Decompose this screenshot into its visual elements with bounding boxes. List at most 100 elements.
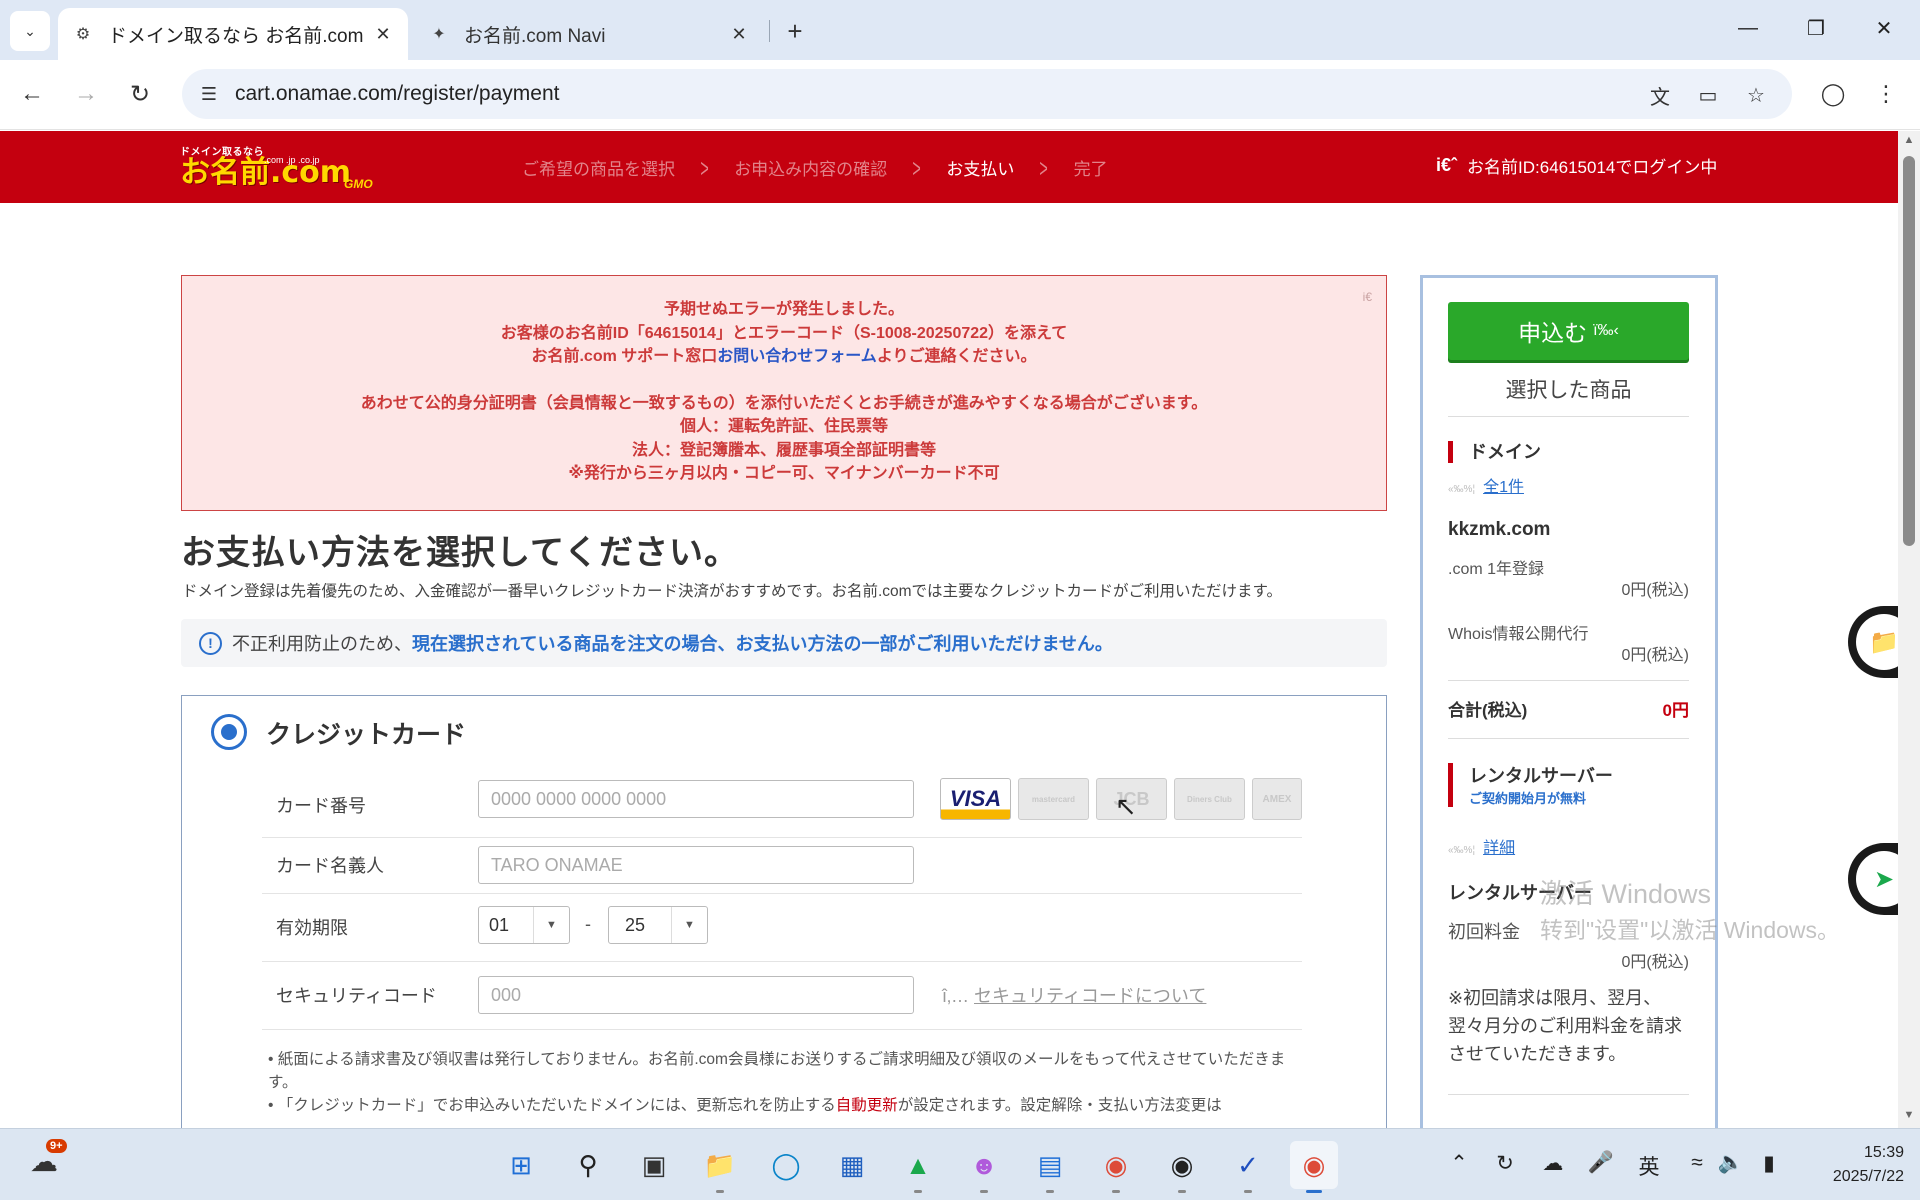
- domain-count-link[interactable]: 全1件: [1483, 479, 1524, 496]
- close-tab-icon[interactable]: ✕: [728, 23, 750, 45]
- caret-down-icon: ▼: [533, 907, 569, 943]
- vpn-app-icon[interactable]: ✓: [1224, 1141, 1272, 1193]
- scroll-down-icon[interactable]: ▼: [1901, 1109, 1917, 1125]
- obs-icon[interactable]: ◉: [1158, 1141, 1206, 1193]
- minimize-button[interactable]: —: [1720, 8, 1776, 48]
- scrollbar-thumb[interactable]: [1903, 156, 1915, 546]
- security-code-help[interactable]: î‚… セキュリティコードについて: [942, 982, 1206, 1008]
- new-tab-button[interactable]: +: [778, 14, 812, 48]
- microphone-icon[interactable]: 🎤: [1586, 1151, 1616, 1175]
- file-explorer-icon[interactable]: 📁: [696, 1141, 744, 1193]
- close-tab-icon[interactable]: ✕: [372, 23, 394, 45]
- card-icon[interactable]: ▭: [1694, 81, 1722, 109]
- plus-icon: +: [787, 15, 803, 46]
- forward-button[interactable]: →: [66, 74, 106, 114]
- battery-icon[interactable]: ▮: [1754, 1151, 1784, 1176]
- error-text: お名前.com サポート窓口: [531, 348, 718, 365]
- profile-icon[interactable]: ◯: [1815, 76, 1851, 112]
- error-line: 法人：登記簿謄本、履歴事項全部証明書等: [631, 441, 936, 459]
- notepad-icon[interactable]: ▤: [1026, 1141, 1074, 1193]
- address-bar[interactable]: ☰ cart.onamae.com/register/payment 文 ▭ ☆: [182, 69, 1792, 119]
- credit-card-radio[interactable]: [211, 714, 247, 750]
- error-text: よりご連絡ください。: [876, 348, 1037, 365]
- url-text[interactable]: cart.onamae.com/register/payment: [235, 82, 559, 106]
- order-summary-sidebar: 申込む ï‰‹ 選択した商品 ドメイン «‰%¦ 全1件 kkzmk.com .c…: [1420, 275, 1718, 1128]
- step-arrow-icon: >: [1039, 152, 1049, 183]
- floating-folder-button[interactable]: 📁: [1848, 606, 1898, 678]
- edge-icon[interactable]: ◯: [762, 1141, 810, 1189]
- contact-form-link[interactable]: お問い合わせフォーム: [717, 348, 877, 365]
- chrome-icon[interactable]: ◉: [1092, 1141, 1140, 1193]
- wifi-icon[interactable]: ≈: [1682, 1151, 1712, 1175]
- step-payment: お支払い: [946, 160, 1015, 179]
- notice-banner: ! 不正利用防止のため、 現在選択されている商品を注文の場合、お支払い方法の一部…: [181, 619, 1387, 667]
- card-holder-input[interactable]: TARO ONAMAE: [478, 846, 914, 884]
- security-code-link[interactable]: セキュリティコードについて: [974, 986, 1206, 1006]
- expiry-year-value: 25: [625, 914, 646, 935]
- onedrive-icon[interactable]: ☁: [1538, 1151, 1568, 1176]
- app-green-icon[interactable]: ▲: [894, 1141, 942, 1193]
- amex-logo: AMEX: [1252, 778, 1302, 820]
- ime-indicator[interactable]: 英: [1634, 1151, 1664, 1181]
- clock-time: 15:39: [1863, 1144, 1904, 1161]
- rental-name: レンタルサーバー: [1448, 883, 1592, 903]
- gear-icon: ⚙: [75, 26, 91, 43]
- domain-price: 0円(税込): [1621, 582, 1689, 599]
- system-clock[interactable]: 15:39 2025/7/22: [1824, 1141, 1904, 1189]
- reload-button[interactable]: ↻: [120, 74, 160, 114]
- cat-app-icon[interactable]: ☻: [960, 1141, 1008, 1193]
- step-complete: 完了: [1073, 160, 1108, 179]
- logo-gmo: GMO: [344, 177, 373, 191]
- tab-onamae[interactable]: ⚙ ドメイン取るなら お名前.com ✕: [58, 8, 408, 60]
- mouse-cursor-icon: ↖: [1115, 791, 1137, 821]
- security-code-input[interactable]: 000: [478, 976, 914, 1014]
- rental-detail-link[interactable]: 詳細: [1483, 840, 1515, 857]
- scroll-up-icon[interactable]: ▲: [1901, 134, 1917, 150]
- login-status: i€ˆ お名前ID:64615014でログイン中: [1436, 153, 1717, 178]
- apply-label: 申込む: [1518, 320, 1588, 346]
- auto-renew-link[interactable]: 自動更新: [836, 1097, 898, 1114]
- start-button[interactable]: ⊞: [497, 1141, 545, 1189]
- credit-card-section: クレジットカード カード番号 0000 0000 0000 0000 VISA …: [181, 695, 1387, 1128]
- user-icon: i€ˆ: [1436, 155, 1458, 175]
- menu-icon[interactable]: ⋮: [1868, 76, 1904, 112]
- visa-logo: VISA: [940, 778, 1011, 820]
- tab-onamae-navi[interactable]: ✦ お名前.com Navi ✕: [414, 8, 764, 60]
- chrome-active-icon[interactable]: ◉: [1290, 1141, 1338, 1193]
- site-info-icon[interactable]: ☰: [196, 81, 222, 107]
- page-scrollbar[interactable]: ▲ ▼: [1898, 131, 1920, 1128]
- card-number-input[interactable]: 0000 0000 0000 0000: [478, 780, 914, 818]
- restore-button[interactable]: ❐: [1788, 8, 1844, 48]
- sync-icon[interactable]: ↻: [1490, 1151, 1520, 1176]
- bookmark-star-icon[interactable]: ☆: [1742, 81, 1770, 109]
- expiry-month-value: 01: [489, 914, 510, 935]
- step-arrow-icon: >: [700, 152, 709, 183]
- tab-title: お名前.com Navi: [464, 25, 606, 47]
- store-icon[interactable]: ▦: [828, 1141, 876, 1189]
- card-number-label: カード番号: [276, 796, 366, 816]
- browser-toolbar: ← → ↻ ☰ cart.onamae.com/register/payment…: [0, 60, 1920, 130]
- tab-divider: [769, 20, 770, 42]
- page-title: お支払い方法を選択してください。: [181, 534, 739, 572]
- expiry-year-select[interactable]: 25 ▼: [608, 906, 708, 944]
- tab-search-button[interactable]: ⌄: [10, 11, 50, 51]
- expiry-month-select[interactable]: 01 ▼: [478, 906, 570, 944]
- task-view-icon[interactable]: ▣: [630, 1141, 678, 1189]
- back-button[interactable]: ←: [12, 74, 52, 114]
- onamae-logo[interactable]: ドメイン取るなら お名前.com .com .jp .co.jp GMO: [180, 143, 373, 191]
- apply-button[interactable]: 申込む ï‰‹: [1448, 302, 1689, 360]
- translate-icon[interactable]: 文: [1646, 81, 1674, 109]
- page-viewport: ドメイン取るなら お名前.com .com .jp .co.jp GMO ご希望…: [0, 131, 1898, 1128]
- volume-icon[interactable]: 🔈: [1716, 1151, 1746, 1175]
- error-line: あわせて公的身分証明書（会員情報と一致するもの）を添付いただくとお手続きが進みや…: [360, 394, 1208, 412]
- chevron-up-icon[interactable]: ⌃: [1444, 1151, 1474, 1176]
- notice-link[interactable]: 現在選択されている商品を注文の場合、お支払い方法の一部がご利用いただけません。: [412, 630, 1113, 656]
- domain-count: «‰%¦ 全1件: [1448, 473, 1524, 497]
- page-lead: ドメイン登録は先着優先のため、入金確認が一番早いクレジットカード決済がおすすめで…: [182, 583, 1282, 600]
- close-window-button[interactable]: ✕: [1856, 8, 1912, 48]
- floating-send-button[interactable]: ➤: [1848, 843, 1898, 915]
- close-icon[interactable]: i€: [1363, 286, 1372, 310]
- weather-widget[interactable]: ☁ 9+: [30, 1139, 72, 1185]
- search-icon[interactable]: ⚲: [564, 1141, 612, 1189]
- initial-fee-price: 0円(税込): [1621, 954, 1689, 971]
